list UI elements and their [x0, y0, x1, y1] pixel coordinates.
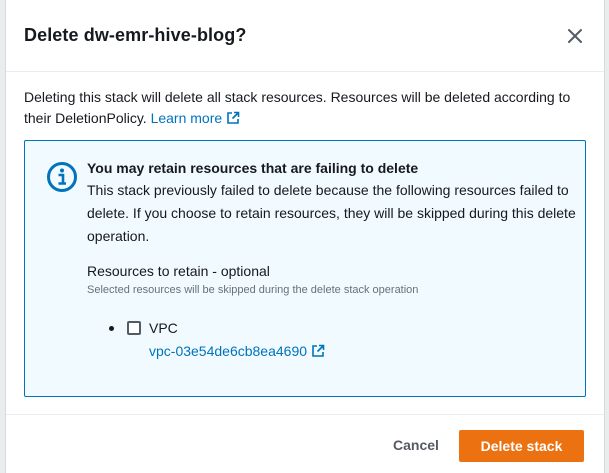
- learn-more-link[interactable]: Learn more: [151, 110, 241, 126]
- resource-physical-id: vpc-03e54de6cb8ea4690: [149, 343, 308, 359]
- alert-content: You may retain resources that are failin…: [87, 158, 577, 248]
- close-icon: [568, 29, 582, 43]
- resources-to-retain-field: Resources to retain - optional Selected …: [87, 261, 567, 359]
- vpc-checkbox[interactable]: [127, 321, 141, 335]
- external-link-icon: [312, 344, 325, 357]
- alert-text: This stack previously failed to delete b…: [87, 182, 576, 244]
- resources-label: Resources to retain - optional: [87, 263, 270, 279]
- delete-stack-dialog: Delete dw-emr-hive-blog? Deleting this s…: [5, 0, 605, 473]
- close-button[interactable]: [566, 27, 584, 45]
- resource-name: VPC: [149, 320, 178, 336]
- info-icon: [47, 162, 77, 192]
- learn-more-label: Learn more: [150, 110, 223, 126]
- dialog-header: Delete dw-emr-hive-blog?: [6, 0, 604, 72]
- dialog-footer: Cancel Delete stack: [6, 414, 604, 473]
- delete-stack-button[interactable]: Delete stack: [459, 430, 584, 462]
- resources-description: Selected resources will be skipped durin…: [87, 284, 419, 296]
- external-link-icon: [227, 111, 240, 124]
- intro-paragraph: Deleting this stack will delete all stac…: [24, 87, 590, 129]
- dialog-body: Deleting this stack will delete all stac…: [24, 87, 590, 397]
- resource-physical-id-link[interactable]: vpc-03e54de6cb8ea4690: [149, 342, 325, 360]
- dialog-title: Delete dw-emr-hive-blog?: [24, 25, 247, 45]
- intro-text: Deleting this stack will delete all stac…: [24, 89, 571, 126]
- list-item: VPC vpc-03e54de6cb8ea4690: [107, 319, 407, 365]
- bullet-icon: [109, 326, 114, 331]
- alert-title: You may retain resources that are failin…: [87, 160, 419, 176]
- retain-resources-alert: You may retain resources that are failin…: [24, 140, 586, 397]
- cancel-button[interactable]: Cancel: [381, 429, 451, 461]
